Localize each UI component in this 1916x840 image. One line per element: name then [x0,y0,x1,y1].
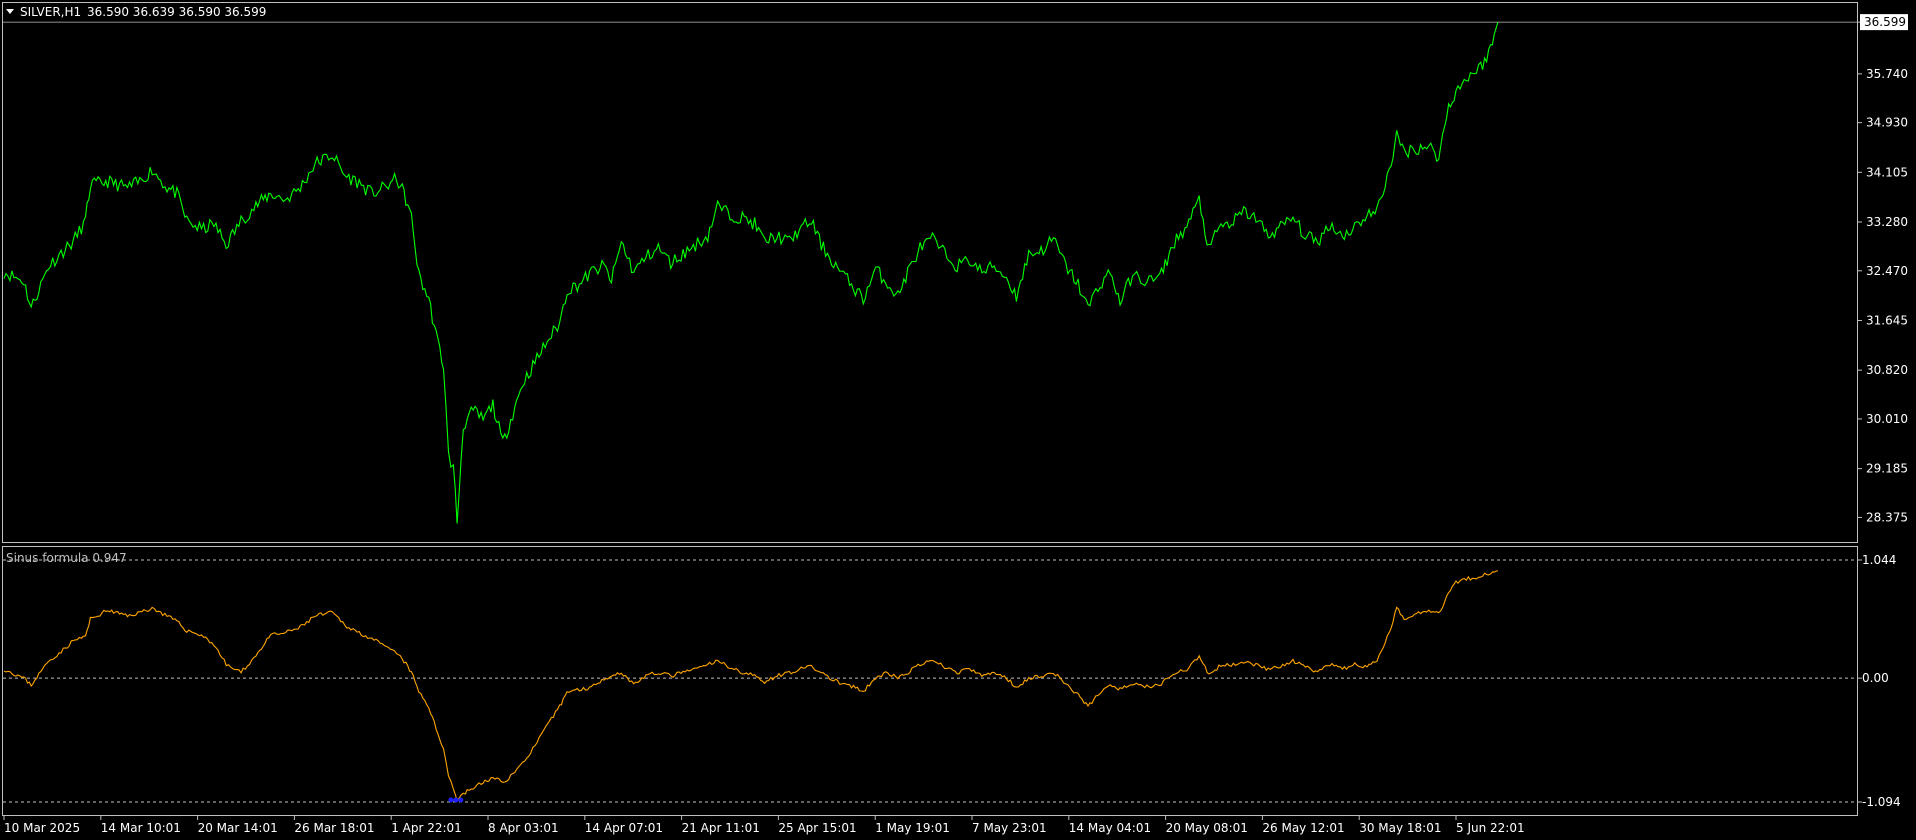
price-tick-label: 35.740 [1866,67,1908,81]
price-tick-label: 34.105 [1866,165,1908,179]
indicator-tick-label: 0.00 [1862,671,1889,685]
time-tick-label: 26 May 12:01 [1262,821,1344,835]
time-tick-label: 10 Mar 2025 [4,821,80,835]
price-panel[interactable] [2,2,1858,543]
price-tick-label: 28.375 [1866,510,1908,524]
time-tick-label: 21 Apr 11:01 [682,821,760,835]
time-tick-label: 5 Jun 22:01 [1456,821,1525,835]
chart-header: SILVER,H1 36.590 36.639 36.590 36.599 [6,5,266,19]
indicator-label: Sinus formula 0.947 [6,551,127,565]
price-tick-label: 31.645 [1866,313,1908,327]
time-tick-label: 1 May 19:01 [875,821,950,835]
price-tick-label: 34.930 [1866,116,1908,130]
indicator-tick-label: -1.094 [1862,795,1901,809]
time-tick-label: 20 Mar 14:01 [198,821,278,835]
time-tick-label: 30 May 18:01 [1359,821,1441,835]
signal-marker [453,797,459,803]
chart-canvas[interactable]: SILVER,H1 36.590 36.639 36.590 36.599 Si… [0,0,1916,840]
price-tick-label: 30.010 [1866,412,1908,426]
ohlc-values: 36.590 36.639 36.590 36.599 [87,5,266,19]
time-tick-label: 26 Mar 18:01 [294,821,374,835]
price-tick-label: 32.470 [1866,264,1908,278]
price-tick-label: 29.185 [1866,462,1908,476]
time-tick-label: 25 Apr 15:01 [778,821,856,835]
time-axis: 10 Mar 2025 14 Mar 10:01 20 Mar 14:01 26 Ma… [3,816,1525,835]
time-tick-label: 8 Apr 03:01 [488,821,559,835]
indicator-panel[interactable] [2,546,1858,816]
time-tick-label: 14 May 04:01 [1069,821,1151,835]
time-tick-label: 14 Mar 10:01 [101,821,181,835]
time-tick-label: 14 Apr 07:01 [585,821,663,835]
current-price-label: 36.599 [1864,15,1906,29]
time-tick-label: 7 May 23:01 [972,821,1047,835]
price-tick-label: 30.820 [1866,363,1908,377]
time-tick-label: 20 May 08:01 [1166,821,1248,835]
time-tick-label: 1 Apr 22:01 [391,821,462,835]
indicator-tick-label: 1.044 [1862,553,1896,567]
price-tick-label: 33.280 [1866,215,1908,229]
symbol-label: SILVER,H1 [20,5,81,19]
signal-marker [448,797,454,803]
signal-marker [458,797,464,803]
